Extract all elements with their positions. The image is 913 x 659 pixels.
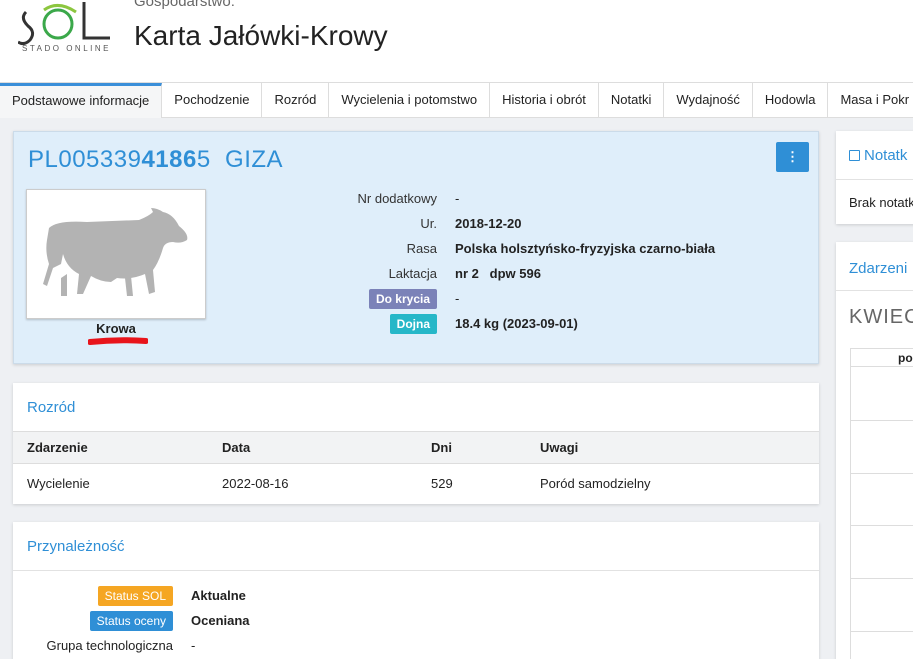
ur-row: Ur. xyxy=(236,214,437,236)
cell-uwagi: Poród samodzielny xyxy=(540,476,651,491)
calendar-grid: por xyxy=(850,348,913,659)
dojna-badge: Dojna xyxy=(389,314,437,334)
rasa-row: Rasa xyxy=(236,239,437,261)
animal-id-prefix: PL005339 xyxy=(28,146,142,173)
tab-pochodzenie[interactable]: Pochodzenie xyxy=(162,83,263,118)
laktacja-label: Laktacja xyxy=(388,266,437,281)
grid-line xyxy=(851,366,913,367)
animal-id-suffix: 5 xyxy=(196,146,211,173)
grid-line xyxy=(851,525,913,526)
animal-id-bold: 4186 xyxy=(141,146,197,173)
przynaleznosc-title[interactable]: Przynależność xyxy=(27,538,125,555)
do-krycia-row: Do krycia xyxy=(236,289,437,311)
divider xyxy=(836,290,913,291)
laktacja-row: Laktacja xyxy=(236,264,437,286)
col-data: Data xyxy=(222,440,251,455)
notatki-title-text: Notatk xyxy=(864,147,908,164)
dojna-row: Dojna xyxy=(236,314,437,336)
ur-value: 2018-12-20 xyxy=(455,216,522,231)
grid-line xyxy=(851,631,913,632)
do-krycia-badge-wrap: Do krycia xyxy=(368,289,437,309)
page-header: STADO ONLINE Gospodarstwo: Karta Jałówki… xyxy=(0,0,913,82)
cow-silhouette-icon xyxy=(43,208,188,296)
cell-dni: 529 xyxy=(431,476,453,491)
content-area: PL00533941865 GIZA ⋮ Krowa Nr dodatkowy … xyxy=(0,118,913,659)
notatki-card: Notatk Brak notatk xyxy=(836,131,913,224)
notatki-title[interactable]: Notatk xyxy=(849,147,907,164)
tab-historia-i-obrot[interactable]: Historia i obrót xyxy=(490,83,599,118)
grupa-value: - xyxy=(191,638,196,653)
status-oceny-value: Oceniana xyxy=(191,613,250,628)
logo-caption: STADO ONLINE xyxy=(22,44,111,53)
more-options-button[interactable]: ⋮ xyxy=(776,142,809,172)
dojna-badge-wrap: Dojna xyxy=(389,314,437,334)
rasa-value: Polska holsztyńsko-fryzyjska czarno-biał… xyxy=(455,241,716,256)
animal-identifier: PL00533941865 GIZA xyxy=(28,146,283,174)
grid-line xyxy=(851,473,913,474)
page-title: Karta Jałówki-Krowy xyxy=(134,20,388,51)
przynaleznosc-card: Przynależność Status SOL Aktualne Status… xyxy=(13,522,819,659)
tab-masa-i-pokroj[interactable]: Masa i Pokr xyxy=(828,83,913,118)
status-sol-value: Aktualne xyxy=(191,588,246,603)
animal-type-label: Krowa xyxy=(96,321,136,336)
zdarzenia-title[interactable]: Zdarzeni xyxy=(849,260,907,277)
rasa-label: Rasa xyxy=(406,241,437,256)
laktacja-value: nr 2 dpw 596 xyxy=(455,266,541,281)
nr-dodatkowy-label: Nr dodatkowy xyxy=(357,191,437,206)
grid-line xyxy=(851,578,913,579)
zdarzenia-card: Zdarzeni KWIEC por xyxy=(836,242,913,659)
do-krycia-value: - xyxy=(455,291,460,306)
status-sol-label-wrap: Status SOL xyxy=(13,586,173,606)
rozrod-table-header: Zdarzenie Data Dni Uwagi xyxy=(13,431,819,464)
notatki-empty-text: Brak notatk xyxy=(849,195,913,210)
status-sol-badge: Status SOL xyxy=(97,586,173,606)
tab-podstawowe-informacje[interactable]: Podstawowe informacje xyxy=(0,83,163,118)
ur-label: Ur. xyxy=(420,216,437,231)
tab-bar: Podstawowe informacje Pochodzenie Rozród… xyxy=(0,82,913,118)
nr-dodatkowy-row: Nr dodatkowy xyxy=(236,189,437,211)
tab-wycielenia-i-potomstwo[interactable]: Wycielenia i potomstwo xyxy=(329,83,491,118)
nr-dodatkowy-value: - xyxy=(455,191,460,206)
cell-zdarzenie: Wycielenie xyxy=(27,476,90,491)
dojna-value: 18.4 kg (2023-09-01) xyxy=(455,316,578,331)
animal-name: GIZA xyxy=(225,146,284,173)
col-zdarzenie: Zdarzenie xyxy=(27,440,88,455)
note-icon xyxy=(849,150,860,161)
do-krycia-badge: Do krycia xyxy=(368,289,437,309)
calendar-month: KWIEC xyxy=(849,306,913,328)
grid-line xyxy=(851,420,913,421)
col-dni: Dni xyxy=(431,440,452,455)
divider xyxy=(13,570,819,571)
tab-hodowla[interactable]: Hodowla xyxy=(753,83,829,118)
farm-label: Gospodarstwo: xyxy=(134,0,235,10)
grupa-label: Grupa technologiczna xyxy=(46,638,173,653)
tab-wydajnosc[interactable]: Wydajność xyxy=(664,83,753,118)
calendar-col-header: por xyxy=(898,351,913,365)
col-uwagi: Uwagi xyxy=(540,440,579,455)
animal-summary-card: PL00533941865 GIZA ⋮ Krowa Nr dodatkowy … xyxy=(13,131,819,364)
cell-data: 2022-08-16 xyxy=(222,476,289,491)
status-oceny-badge: Status oceny xyxy=(89,611,173,631)
red-underline-mark xyxy=(88,337,148,345)
status-oceny-label-wrap: Status oceny xyxy=(13,611,173,631)
animal-photo xyxy=(26,189,206,319)
rozrod-title[interactable]: Rozród xyxy=(27,399,75,416)
tab-rozrod[interactable]: Rozród xyxy=(262,83,330,118)
grid-line xyxy=(851,348,913,349)
divider xyxy=(836,179,913,180)
tab-notatki[interactable]: Notatki xyxy=(599,83,665,118)
rozrod-card: Rozród Zdarzenie Data Dni Uwagi Wycielen… xyxy=(13,383,819,504)
